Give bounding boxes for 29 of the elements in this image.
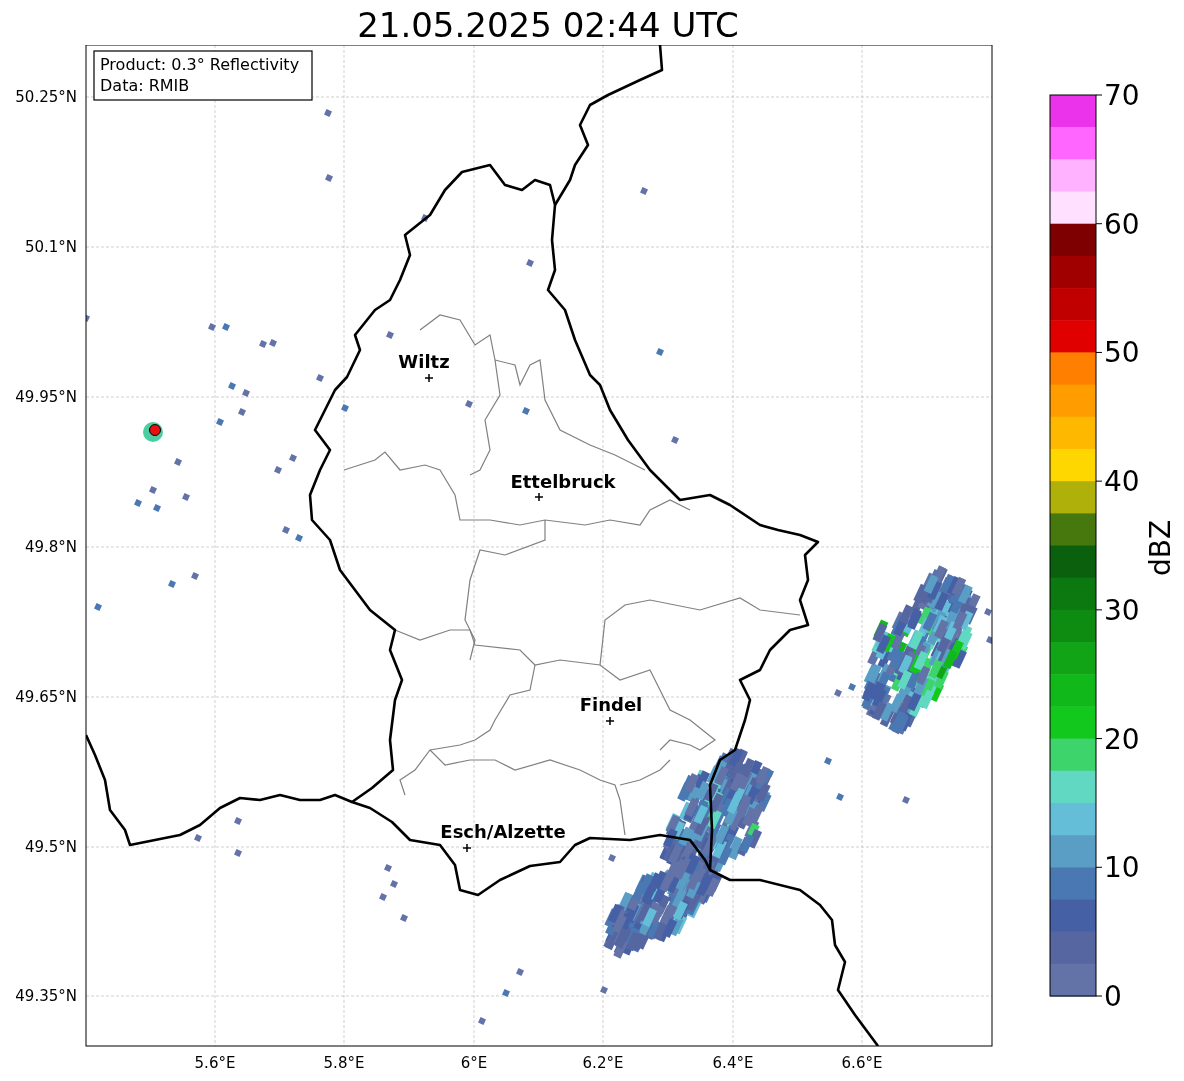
- colorbar-tick-label: 70: [1104, 79, 1140, 112]
- colorbar-tick-label: 0: [1104, 980, 1122, 1013]
- city-label: Findel: [579, 694, 643, 715]
- x-tick-label: 5.8°E: [323, 1054, 365, 1072]
- info-text: Product: 0.3° Reflectivity: [100, 55, 300, 74]
- city-label: Wiltz: [398, 351, 450, 372]
- y-tick-label: 49.95°N: [15, 388, 77, 406]
- y-tick-label: 49.8°N: [24, 538, 77, 556]
- colorbar-tick-label: 30: [1104, 593, 1140, 627]
- x-tick-label: 5.6°E: [194, 1054, 236, 1072]
- y-tick-label: 50.25°N: [15, 88, 77, 106]
- colorbar-tick-label: 20: [1104, 722, 1140, 756]
- x-tick-label: 6.4°E: [712, 1054, 754, 1072]
- x-tick-label: 6°E: [460, 1054, 488, 1072]
- colorbar-tick-label: 50: [1104, 336, 1140, 370]
- colorbar-tick-label: 60: [1104, 207, 1140, 241]
- colorbar-tick-label: 40: [1104, 465, 1140, 499]
- x-tick-label: 6.2°E: [582, 1054, 624, 1072]
- colorbar-tick-label: 10: [1104, 851, 1140, 885]
- chart-title: 21.05.2025 02:44 UTC: [357, 5, 739, 45]
- y-tick-label: 50.1°N: [24, 238, 77, 256]
- x-tick-label: 6.6°E: [841, 1054, 883, 1072]
- city-label: Ettelbruck: [510, 471, 616, 492]
- city-label: Esch/Alzette: [440, 821, 566, 842]
- info-text: Data: RMIB: [100, 76, 190, 95]
- y-tick-label: 49.65°N: [15, 688, 77, 706]
- y-tick-label: 49.5°N: [24, 838, 77, 856]
- y-tick-label: 49.35°N: [15, 987, 77, 1005]
- colorbar-label: dBZ: [1144, 519, 1177, 577]
